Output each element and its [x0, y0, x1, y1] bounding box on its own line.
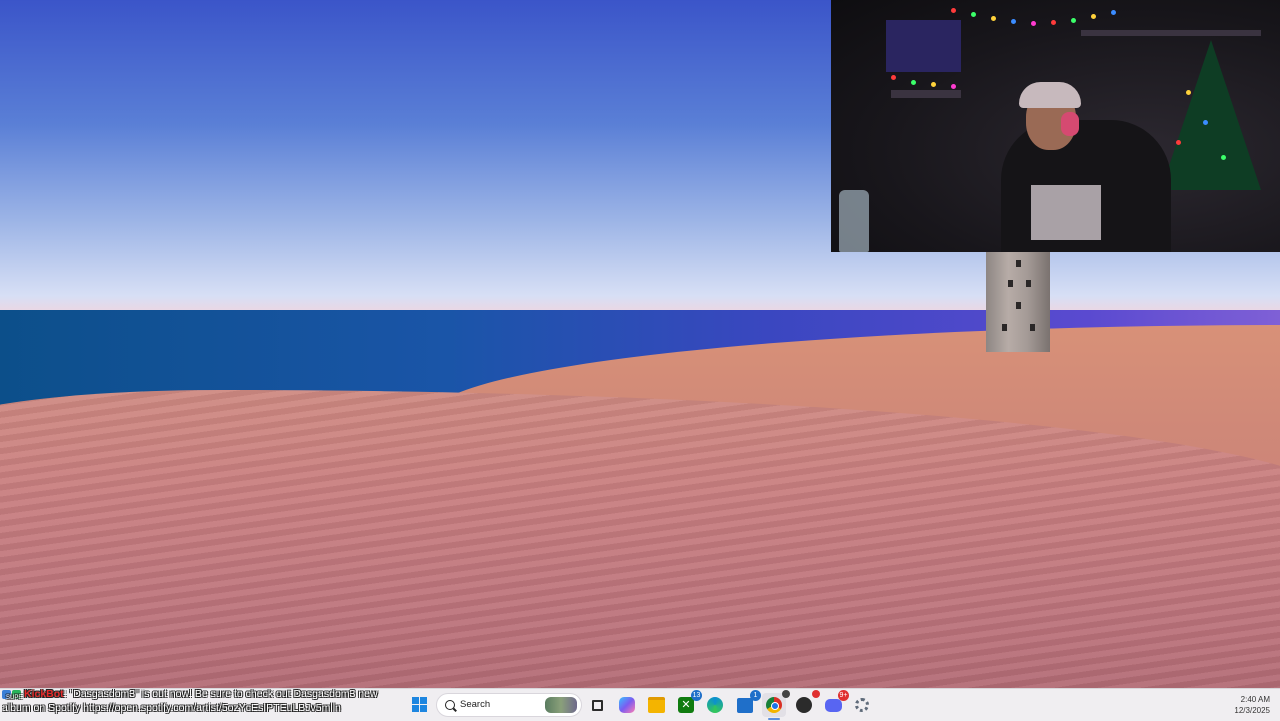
- file-explorer-icon: [647, 697, 665, 713]
- edge-button[interactable]: [703, 693, 727, 717]
- chrome-button[interactable]: [762, 690, 790, 717]
- discord-icon: [824, 698, 842, 712]
- clock-time: 2:40 AM: [1240, 695, 1270, 704]
- microsoft-store-button[interactable]: 1: [733, 690, 761, 717]
- clock-date: 12/3/2025: [1234, 706, 1270, 715]
- microsoft-store-icon: [737, 697, 753, 713]
- copilot-button[interactable]: [615, 693, 639, 717]
- obs-button[interactable]: [792, 690, 820, 717]
- discord-count-badge: 9+: [838, 690, 849, 701]
- taskbar: KickBot: "Dasgasdom3" is out now! Be sur…: [0, 688, 1280, 721]
- search-icon: [445, 700, 455, 710]
- xbox-button[interactable]: ✕ 13: [674, 690, 702, 717]
- chrome-profile-dot: [782, 690, 790, 698]
- store-count-badge: 1: [750, 690, 761, 701]
- webcam-light: [1176, 140, 1181, 145]
- system-clock[interactable]: 2:40 AM 12/3/2025: [1234, 694, 1270, 716]
- webcam-light: [911, 80, 916, 85]
- webcam-headphone: [1061, 112, 1079, 136]
- taskbar-search-box[interactable]: Search: [436, 693, 582, 717]
- webcam-shirt-print: [1031, 185, 1101, 240]
- task-view-button[interactable]: [585, 693, 609, 717]
- chat-username: KickBot: [24, 689, 64, 700]
- xbox-icon: ✕: [678, 697, 694, 713]
- webcam-light: [1111, 10, 1116, 15]
- obs-recording-dot: [812, 690, 820, 698]
- chrome-icon: [766, 697, 782, 713]
- edge-icon: [707, 697, 723, 713]
- webcam-light: [971, 12, 976, 17]
- webcam-light: [1203, 120, 1208, 125]
- file-explorer-button[interactable]: [644, 693, 668, 717]
- start-button[interactable]: [408, 693, 432, 717]
- obs-icon: [796, 697, 812, 713]
- webcam-light: [951, 8, 956, 13]
- webcam-light: [1186, 90, 1191, 95]
- settings-icon: [855, 698, 869, 712]
- settings-button[interactable]: [850, 693, 874, 717]
- webcam-cap: [1019, 82, 1081, 108]
- xbox-count-badge: 13: [691, 690, 702, 701]
- chat-message-part-1: : "Dasgasdom3" is out now! Be sure to ch…: [63, 689, 378, 700]
- webcam-light: [1011, 19, 1016, 24]
- webcam-shelf: [891, 90, 961, 98]
- task-view-icon: [591, 699, 603, 711]
- webcam-light: [1091, 14, 1096, 19]
- webcam-light: [991, 16, 996, 21]
- copilot-icon: [619, 697, 635, 713]
- sub-badge-label: SUPE: [6, 695, 23, 701]
- webcam-light: [1071, 18, 1076, 23]
- chat-line-1: KickBot: "Dasgasdom3" is out now! Be sur…: [2, 689, 378, 701]
- search-highlight-image: [545, 697, 577, 713]
- webcam-light: [951, 84, 956, 89]
- search-label: Search: [460, 699, 491, 710]
- windows-logo-icon: [412, 697, 428, 713]
- chat-ticker: KickBot: "Dasgasdom3" is out now! Be sur…: [2, 689, 412, 721]
- chat-message-part-2: album on Spotify https://open.spotify.co…: [2, 702, 341, 714]
- wallpaper-dune-front: [0, 390, 1280, 688]
- webcam-christmas-tree: [1161, 40, 1261, 190]
- webcam-light: [1221, 155, 1226, 160]
- webcam-light: [891, 75, 896, 80]
- webcam-water-bottle: [839, 190, 869, 252]
- webcam-light: [1031, 21, 1036, 26]
- webcam-wall-poster: [886, 20, 961, 72]
- webcam-light: [1051, 20, 1056, 25]
- discord-button[interactable]: 9+: [821, 690, 849, 717]
- webcam-light: [931, 82, 936, 87]
- webcam-overlay: [831, 0, 1280, 252]
- webcam-shelf: [1081, 30, 1261, 36]
- wallpaper-lighthouse: [986, 252, 1050, 352]
